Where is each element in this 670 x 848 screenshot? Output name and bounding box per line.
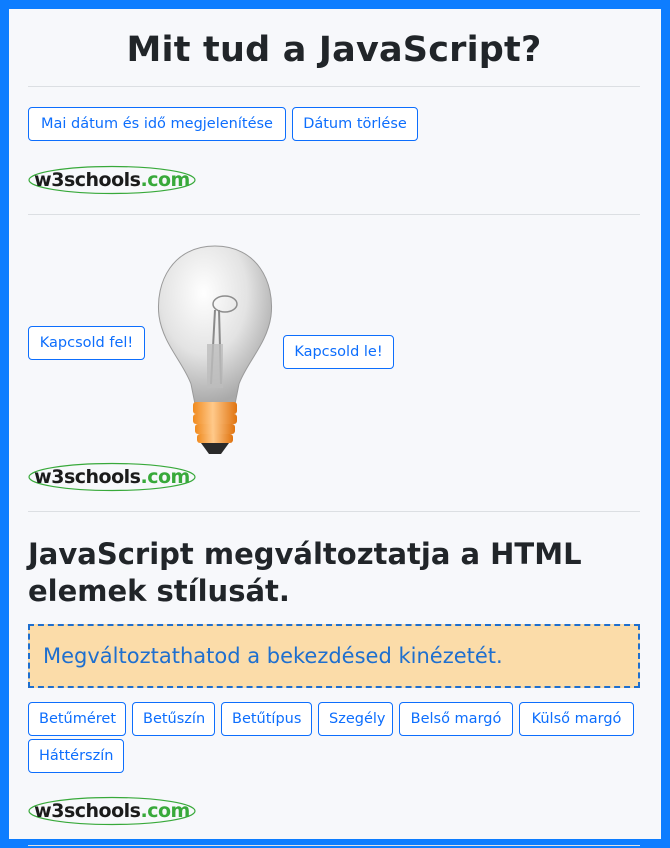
show-date-button[interactable]: Mai dátum és idő megjelenítése	[28, 107, 286, 141]
lightbulb-icon	[157, 245, 273, 454]
clear-date-button[interactable]: Dátum törlése	[292, 107, 418, 141]
border-button[interactable]: Szegély	[318, 702, 393, 736]
page-title: Mit tud a JavaScript?	[126, 30, 542, 70]
divider	[28, 845, 640, 846]
logo-com-text: .com	[140, 169, 190, 191]
page-frame: Mit tud a JavaScript? Mai dátum és idő m…	[0, 0, 670, 848]
font-color-button[interactable]: Betűszín	[132, 702, 215, 736]
w3schools-logo[interactable]: w3schools.com	[28, 462, 196, 492]
font-family-button[interactable]: Betűtípus	[221, 702, 312, 736]
divider	[28, 511, 640, 512]
demo-paragraph: Megváltoztathatod a bekezdésed kinézetét…	[28, 624, 640, 688]
margin-button[interactable]: Külső margó	[519, 702, 634, 736]
logo-w3-text: w3schools	[34, 466, 141, 488]
w3schools-logo[interactable]: w3schools.com	[28, 165, 196, 195]
logo-w3-text: w3schools	[34, 800, 141, 822]
section-heading: JavaScript megváltoztatja a HTML elemek …	[28, 537, 582, 608]
background-color-button[interactable]: Háttérszín	[28, 739, 124, 773]
font-size-button[interactable]: Betűméret	[28, 702, 126, 736]
w3schools-logo[interactable]: w3schools.com	[28, 796, 196, 826]
logo-w3-text: w3schools	[34, 169, 141, 191]
divider	[28, 86, 640, 87]
bulb-on-button[interactable]: Kapcsold fel!	[28, 326, 145, 360]
divider	[28, 214, 640, 215]
bulb-off-button[interactable]: Kapcsold le!	[283, 335, 394, 369]
padding-button[interactable]: Belső margó	[399, 702, 513, 736]
logo-com-text: .com	[140, 466, 190, 488]
logo-com-text: .com	[140, 800, 190, 822]
